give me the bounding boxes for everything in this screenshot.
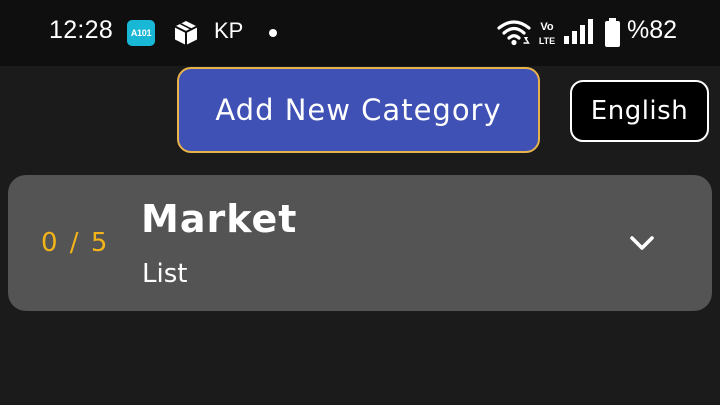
a101-app-icon: A101 xyxy=(127,20,155,46)
carrier-label: KP xyxy=(214,18,244,43)
app-screen: 12:28 A101 KP Vo LTE %82 Add New Categor… xyxy=(0,0,720,405)
battery-percent: %82 xyxy=(627,16,678,44)
status-bar: 12:28 A101 KP Vo LTE %82 xyxy=(0,0,720,66)
signal-icon xyxy=(564,19,593,44)
category-progress: 0 / 5 xyxy=(41,228,110,258)
category-card-market[interactable]: 0 / 5 Market List xyxy=(8,175,712,311)
box-icon xyxy=(174,21,198,45)
volte-top-label: Vo xyxy=(540,21,554,33)
notification-dot-icon xyxy=(269,29,277,37)
category-subtitle: List xyxy=(142,259,188,289)
add-new-category-button[interactable]: Add New Category xyxy=(177,67,540,153)
wifi-icon xyxy=(497,20,531,46)
battery-icon xyxy=(605,18,620,47)
status-time: 12:28 xyxy=(49,16,114,44)
volte-icon: Vo LTE xyxy=(539,21,555,46)
chevron-down-icon[interactable] xyxy=(627,230,657,256)
language-button[interactable]: English xyxy=(570,80,709,142)
volte-bottom-label: LTE xyxy=(539,36,555,46)
category-title: Market xyxy=(141,197,298,241)
